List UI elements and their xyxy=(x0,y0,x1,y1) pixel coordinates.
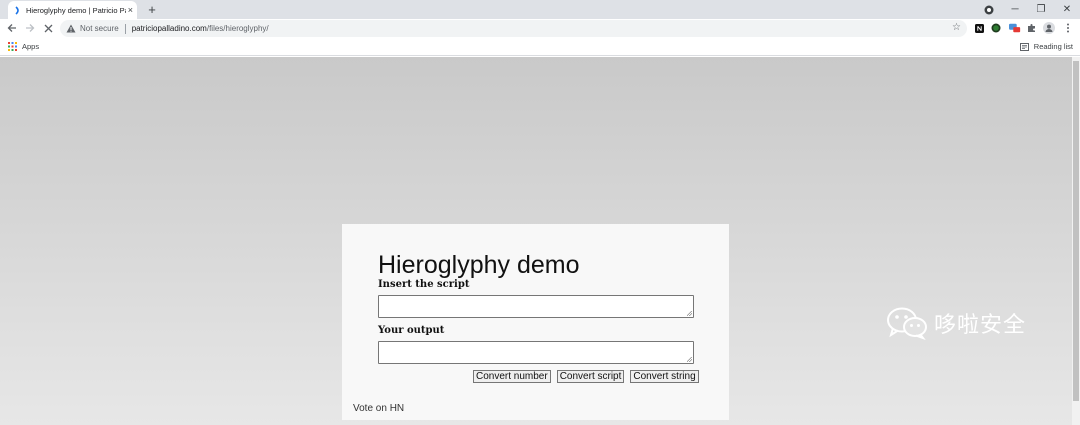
restore-button[interactable]: ❐ xyxy=(1029,0,1053,19)
convert-buttons: Convert number Convert script Convert st… xyxy=(473,370,699,383)
page-viewport: Hieroglyphy demo Insert the script Your … xyxy=(0,57,1072,425)
forward-button[interactable] xyxy=(23,21,37,35)
wechat-logo-icon xyxy=(887,307,927,340)
url-path: /files/hieroglyphy/ xyxy=(206,24,269,33)
convert-script-button[interactable]: Convert script xyxy=(556,370,625,383)
scrollbar-thumb[interactable] xyxy=(1073,61,1079,401)
stop-loading-button[interactable] xyxy=(41,21,55,35)
watermark-text: 哆啦安全 xyxy=(934,313,1027,338)
extension-green-circle-icon[interactable] xyxy=(990,22,1002,34)
url-text[interactable]: patriciopalladino.com/files/hieroglyphy/ xyxy=(132,24,269,33)
tab-strip: Hieroglyphy demo | Patricio Pa × + ─ ❐ ✕ xyxy=(0,0,1080,19)
profile-menu-icon[interactable] xyxy=(977,0,1001,19)
apps-shortcut[interactable]: Apps xyxy=(8,42,39,51)
back-button[interactable] xyxy=(5,21,19,35)
bookmarks-bar: Apps Reading list xyxy=(0,38,1080,56)
new-tab-button[interactable]: + xyxy=(145,2,159,17)
tab-active[interactable]: Hieroglyphy demo | Patricio Pa × xyxy=(8,1,137,19)
extension-badge-icon[interactable] xyxy=(1009,22,1021,34)
extension-notion-icon[interactable] xyxy=(973,22,985,34)
vote-on-hn-link[interactable]: Vote on HN xyxy=(353,403,404,414)
convert-string-button[interactable]: Convert string xyxy=(630,370,699,383)
wechat-watermark: 哆啦安全 xyxy=(886,306,1026,340)
loading-favicon-icon xyxy=(14,5,22,15)
profile-avatar-icon[interactable] xyxy=(1043,22,1055,34)
omnibox-separator xyxy=(124,23,126,34)
stop-icon xyxy=(44,24,52,32)
apps-grid-icon xyxy=(8,42,17,51)
page-scrollbar[interactable] xyxy=(1072,57,1080,425)
tab-close-icon[interactable]: × xyxy=(128,5,133,15)
close-window-button[interactable]: ✕ xyxy=(1055,0,1079,19)
more-menu-icon[interactable] xyxy=(1062,22,1074,34)
bookmark-star-icon[interactable]: ☆ xyxy=(952,22,961,33)
extensions-puzzle-icon[interactable] xyxy=(1026,22,1038,34)
warning-triangle-icon[interactable] xyxy=(66,24,76,34)
minimize-button[interactable]: ─ xyxy=(1003,0,1027,19)
forward-arrow-icon xyxy=(26,24,35,32)
security-status-text[interactable]: Not secure xyxy=(80,24,119,33)
output-label: Your output xyxy=(378,325,445,336)
reading-list-button[interactable]: Reading list xyxy=(1019,42,1073,51)
demo-card: Hieroglyphy demo Insert the script Your … xyxy=(342,224,729,420)
input-label: Insert the script xyxy=(378,279,470,290)
convert-number-button[interactable]: Convert number xyxy=(473,370,551,383)
apps-label: Apps xyxy=(22,42,40,51)
script-input-textarea[interactable] xyxy=(378,295,694,318)
back-arrow-icon xyxy=(7,24,16,32)
tab-title: Hieroglyphy demo | Patricio Pa xyxy=(26,5,126,15)
output-textarea[interactable] xyxy=(378,341,694,364)
reading-list-label: Reading list xyxy=(1033,42,1073,51)
address-bar[interactable]: Not secure patriciopalladino.com/files/h… xyxy=(60,20,967,37)
url-host: patriciopalladino.com xyxy=(131,24,207,33)
toolbar: Not secure patriciopalladino.com/files/h… xyxy=(0,19,1080,38)
page-title: Hieroglyphy demo xyxy=(378,251,580,279)
reading-list-icon xyxy=(1019,42,1029,51)
